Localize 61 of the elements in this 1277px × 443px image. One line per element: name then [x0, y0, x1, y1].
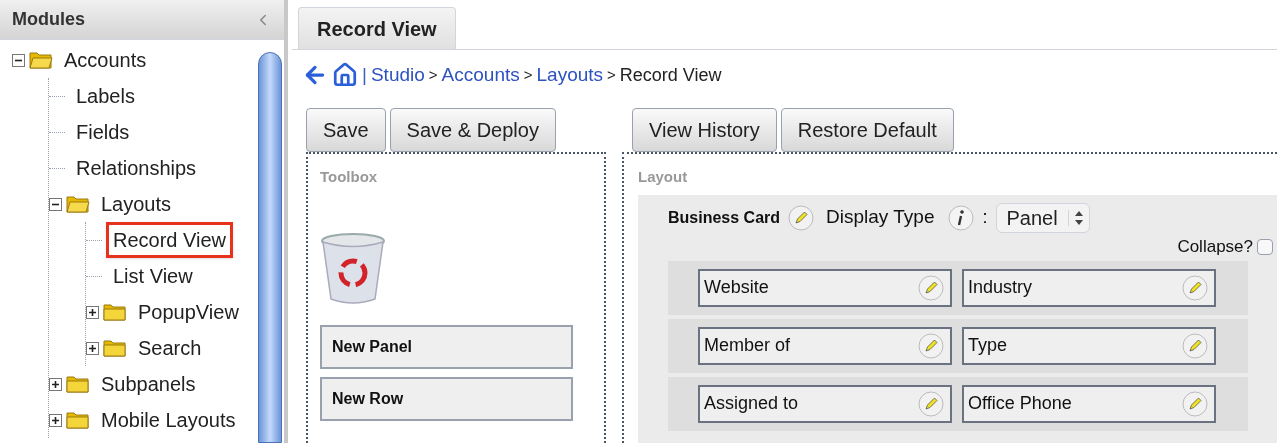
- breadcrumb-current: Record View: [619, 63, 722, 87]
- info-icon[interactable]: [948, 204, 975, 231]
- layout-row[interactable]: Member of Type: [668, 318, 1248, 373]
- field-block[interactable]: Type: [962, 326, 1216, 365]
- open-folder-icon: [66, 194, 90, 214]
- tree-item[interactable]: Search: [131, 330, 209, 366]
- plus-box-icon[interactable]: [49, 413, 62, 427]
- recycle-bin-icon[interactable]: [320, 232, 386, 305]
- tree-item[interactable]: Fields: [69, 114, 137, 150]
- layout-row[interactable]: Website Industry: [668, 260, 1248, 315]
- sidebar-title: Modules: [12, 8, 85, 31]
- tree-item[interactable]: List View: [106, 258, 200, 294]
- field-block[interactable]: Website: [698, 268, 952, 307]
- breadcrumb-link[interactable]: Studio: [370, 60, 425, 90]
- tree-item[interactable]: Labels: [69, 78, 142, 114]
- tree-item[interactable]: PopupView: [131, 294, 246, 330]
- minus-box-icon[interactable]: [49, 197, 62, 211]
- home-icon[interactable]: [332, 62, 358, 88]
- colon: :: [982, 206, 988, 229]
- plus-box-icon[interactable]: [49, 377, 62, 391]
- breadcrumb-separator: >: [523, 64, 533, 85]
- toolbox-title: Toolbox: [320, 167, 379, 187]
- plus-box-icon[interactable]: [86, 341, 99, 355]
- layout-row[interactable]: Assigned to Office Phone: [668, 376, 1248, 431]
- display-type-label: Display Type: [826, 205, 935, 230]
- panel-title: Business Card: [668, 207, 781, 228]
- tree-item[interactable]: Record View: [106, 222, 234, 258]
- tree-item[interactable]: Layouts: [94, 186, 179, 222]
- folder-icon: [103, 302, 127, 322]
- breadcrumb-link[interactable]: Accounts: [441, 60, 520, 90]
- tree-item[interactable]: Accounts: [57, 42, 154, 78]
- open-folder-icon: [29, 50, 53, 70]
- breadcrumb-link[interactable]: Layouts: [536, 60, 604, 90]
- breadcrumb-separator: >: [428, 64, 438, 85]
- toolbox-item[interactable]: New Panel: [320, 324, 573, 369]
- action-button[interactable]: Save: [306, 108, 386, 152]
- toolbox-item[interactable]: New Row: [320, 376, 573, 421]
- tree-item[interactable]: Mobile Layouts: [94, 402, 243, 438]
- stepper-icon: [1073, 209, 1084, 226]
- tab[interactable]: Record View: [298, 7, 456, 49]
- field-block[interactable]: Office Phone: [962, 384, 1216, 423]
- minus-box-icon[interactable]: [12, 53, 25, 67]
- tree-item[interactable]: Subpanels: [94, 366, 203, 402]
- folder-icon: [66, 374, 90, 394]
- field-block[interactable]: Assigned to: [698, 384, 952, 423]
- field-block[interactable]: Member of: [698, 326, 952, 365]
- folder-icon: [66, 410, 90, 430]
- collapse-checkbox[interactable]: [1257, 238, 1273, 255]
- field-block[interactable]: Industry: [962, 268, 1216, 307]
- action-button[interactable]: Save & Deploy: [389, 108, 556, 152]
- action-button[interactable]: Restore Default: [780, 108, 954, 152]
- collapse-label: Collapse?: [1177, 235, 1253, 258]
- breadcrumb-divider: |: [362, 62, 367, 87]
- action-button[interactable]: View History: [632, 108, 777, 152]
- tree-item[interactable]: Relationships: [69, 150, 204, 186]
- breadcrumb-separator: >: [607, 64, 616, 85]
- layout-title: Layout: [638, 167, 689, 187]
- display-type-select[interactable]: Panel: [995, 202, 1090, 233]
- folder-icon: [103, 338, 127, 358]
- scrollbar[interactable]: [258, 52, 282, 443]
- plus-box-icon[interactable]: [86, 305, 99, 319]
